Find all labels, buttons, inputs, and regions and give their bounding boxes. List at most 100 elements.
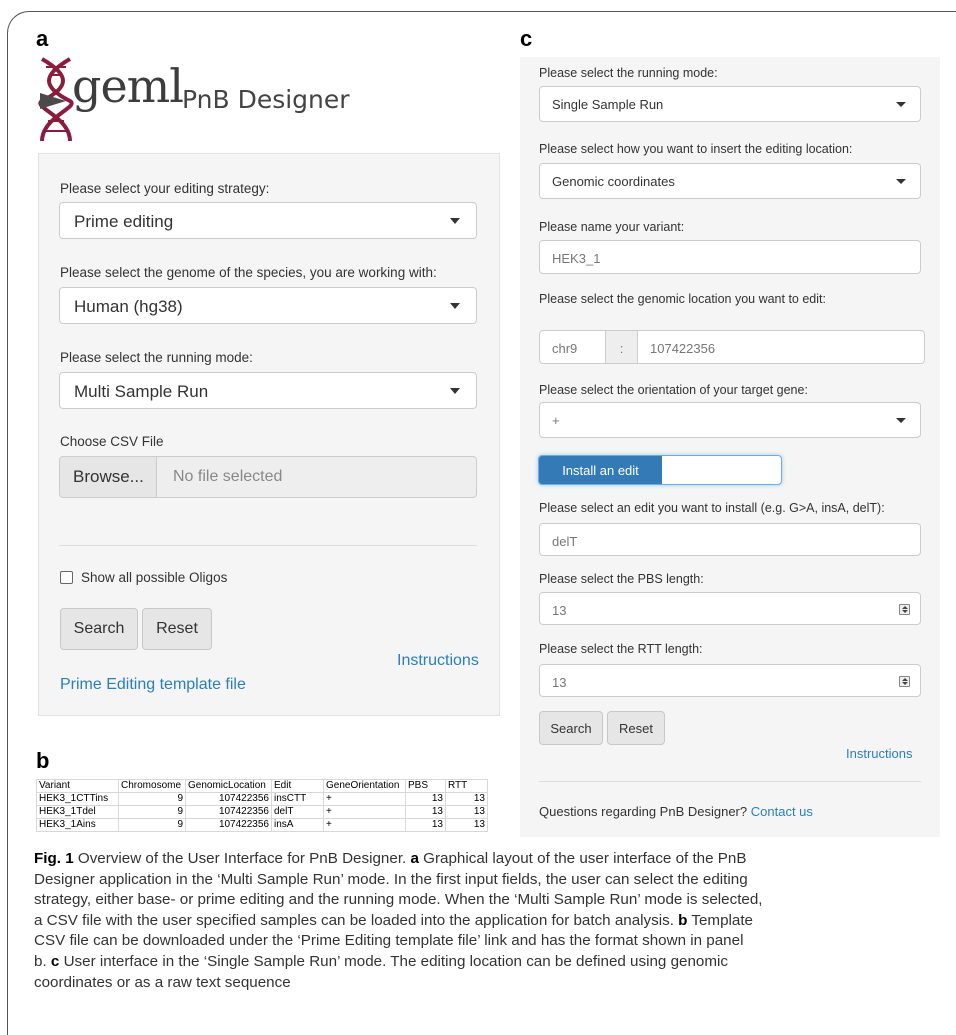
caption-line: b. c User interface in the ‘Single Sampl… — [34, 952, 949, 973]
caption-run: User interface in the ‘Single Sample Run… — [59, 952, 728, 970]
toggle-on-label: Install an edit — [539, 456, 662, 484]
chromosome-input[interactable]: chr9 — [539, 330, 606, 364]
mode-value: Single Sample Run — [552, 97, 664, 112]
table-cell: 9 — [118, 818, 186, 832]
install-edit-toggle[interactable]: Install an edit — [538, 455, 782, 485]
instructions-link[interactable]: Instructions — [846, 746, 912, 761]
chevron-down-icon — [896, 102, 906, 107]
table-cell: insA — [271, 818, 324, 832]
caption-run: strategy, either base- or prime editing … — [34, 891, 763, 909]
pbs-label: Please select the PBS length: — [539, 572, 704, 586]
strategy-value: Prime editing — [74, 212, 174, 231]
chromosome-value: chr9 — [552, 341, 578, 356]
position-input[interactable]: 107422356 — [637, 330, 925, 364]
caption-run: Designer application in the ‘Multi Sampl… — [34, 870, 748, 888]
caption-run: b. — [34, 952, 51, 970]
mode-select[interactable]: Multi Sample Run — [59, 372, 477, 409]
app-title: PnB Designer — [182, 85, 350, 114]
figure-caption: Fig. 1 Overview of the User Interface fo… — [34, 849, 949, 993]
edit-value: delT — [552, 534, 578, 549]
panel-label-b: b — [36, 748, 50, 773]
table-cell: + — [323, 792, 406, 806]
table-cell: 107422356 — [185, 792, 272, 806]
spinner-icon[interactable] — [899, 604, 910, 615]
table-header-row: Variant Chromosome GenomicLocation Edit … — [36, 779, 488, 793]
caption-line: strategy, either base- or prime editing … — [34, 890, 949, 911]
contact-link[interactable]: Contact us — [751, 804, 813, 819]
search-button[interactable]: Search — [539, 711, 603, 745]
table-cell: 107422356 — [185, 805, 272, 819]
orientation-select[interactable]: + — [539, 402, 921, 438]
chevron-down-icon — [450, 218, 460, 224]
column-header: RTT — [445, 779, 488, 793]
position-value: 107422356 — [650, 341, 716, 356]
show-all-checkbox[interactable] — [60, 571, 73, 584]
orientation-value: + — [552, 413, 560, 428]
location-separator: : — [605, 330, 638, 364]
mode-label: Please select the running mode: — [60, 350, 253, 365]
table-row: HEK3_1CTTins 9 107422356 insCTT + 13 13 — [36, 792, 488, 806]
variant-name-input[interactable]: HEK3_1 — [539, 240, 921, 274]
mode-value: Multi Sample Run — [74, 382, 209, 401]
logo-wordmark: geml — [72, 59, 184, 113]
chevron-down-icon — [450, 388, 460, 394]
csv-file-input[interactable]: Browse... No file selected — [59, 456, 477, 498]
column-header: GenomicLocation — [185, 779, 272, 793]
mode-label: Please select the running mode: — [539, 66, 718, 80]
table-row: HEK3_1Tdel 9 107422356 delT + 13 13 — [36, 805, 488, 819]
show-all-label[interactable]: Show all possible Oligos — [81, 570, 227, 585]
reset-button[interactable]: Reset — [142, 608, 212, 650]
insert-method-select[interactable]: Genomic coordinates — [539, 163, 921, 199]
caption-run: Template — [687, 911, 754, 929]
template-table: Variant Chromosome GenomicLocation Edit … — [36, 779, 488, 832]
genome-label: Please select the genome of the species,… — [60, 265, 437, 280]
browse-button[interactable]: Browse... — [60, 457, 157, 497]
mode-select[interactable]: Single Sample Run — [539, 86, 921, 122]
column-header: Variant — [36, 779, 119, 793]
variant-label: Please name your variant: — [539, 220, 685, 234]
spinner-icon[interactable] — [899, 676, 910, 687]
template-file-link[interactable]: Prime Editing template file — [60, 676, 246, 694]
geml-logo: geml PnB Designer — [36, 57, 356, 147]
table-cell: 9 — [118, 792, 186, 806]
instructions-link[interactable]: Instructions — [397, 652, 479, 670]
caption-bold-run: Fig. 1 — [34, 850, 74, 867]
rtt-label: Please select the RTT length: — [539, 642, 703, 656]
table-cell: 107422356 — [185, 818, 272, 832]
table-row: HEK3_1Ains 9 107422356 insA + 13 13 — [36, 818, 488, 832]
caption-line: Fig. 1 Overview of the User Interface fo… — [34, 849, 949, 870]
search-button[interactable]: Search — [60, 608, 138, 650]
chevron-down-icon — [450, 303, 460, 309]
caption-line: CSV file can be downloaded under the ‘Pr… — [34, 931, 949, 952]
rtt-length-input[interactable]: 13 — [539, 664, 921, 697]
caption-line: coordinates or as a raw text sequence — [34, 973, 949, 994]
edit-label: Please select an edit you want to instal… — [539, 501, 885, 515]
strategy-label: Please select your editing strategy: — [60, 181, 270, 196]
table-cell: insCTT — [271, 792, 324, 806]
caption-run: a CSV file with the user specified sampl… — [34, 911, 679, 929]
reset-button[interactable]: Reset — [607, 711, 665, 745]
insert-value: Genomic coordinates — [552, 174, 675, 189]
strategy-select[interactable]: Prime editing — [59, 202, 477, 239]
panel-label-a: a — [36, 26, 49, 51]
table-cell: 13 — [405, 805, 446, 819]
table-cell: 13 — [445, 805, 488, 819]
table-cell: HEK3_1Tdel — [36, 805, 119, 819]
pbs-value: 13 — [552, 603, 567, 618]
insert-label: Please select how you want to insert the… — [539, 142, 853, 156]
variant-value: HEK3_1 — [552, 251, 601, 266]
genome-select[interactable]: Human (hg38) — [59, 287, 477, 324]
chevron-down-icon — [896, 418, 906, 423]
chevron-down-icon — [896, 179, 906, 184]
separator-text: : — [619, 341, 624, 356]
column-header: GeneOrientation — [323, 779, 406, 793]
panel-label-c: c — [520, 26, 533, 51]
table-cell: HEK3_1CTTins — [36, 792, 119, 806]
table-cell: delT — [271, 805, 324, 819]
table-cell: 9 — [118, 805, 186, 819]
caption-bold-run: a — [410, 850, 419, 867]
edit-input[interactable]: delT — [539, 523, 921, 556]
pbs-length-input[interactable]: 13 — [539, 592, 921, 625]
table-cell: HEK3_1Ains — [36, 818, 119, 832]
caption-run: Overview of the User Interface for PnB D… — [73, 850, 411, 867]
